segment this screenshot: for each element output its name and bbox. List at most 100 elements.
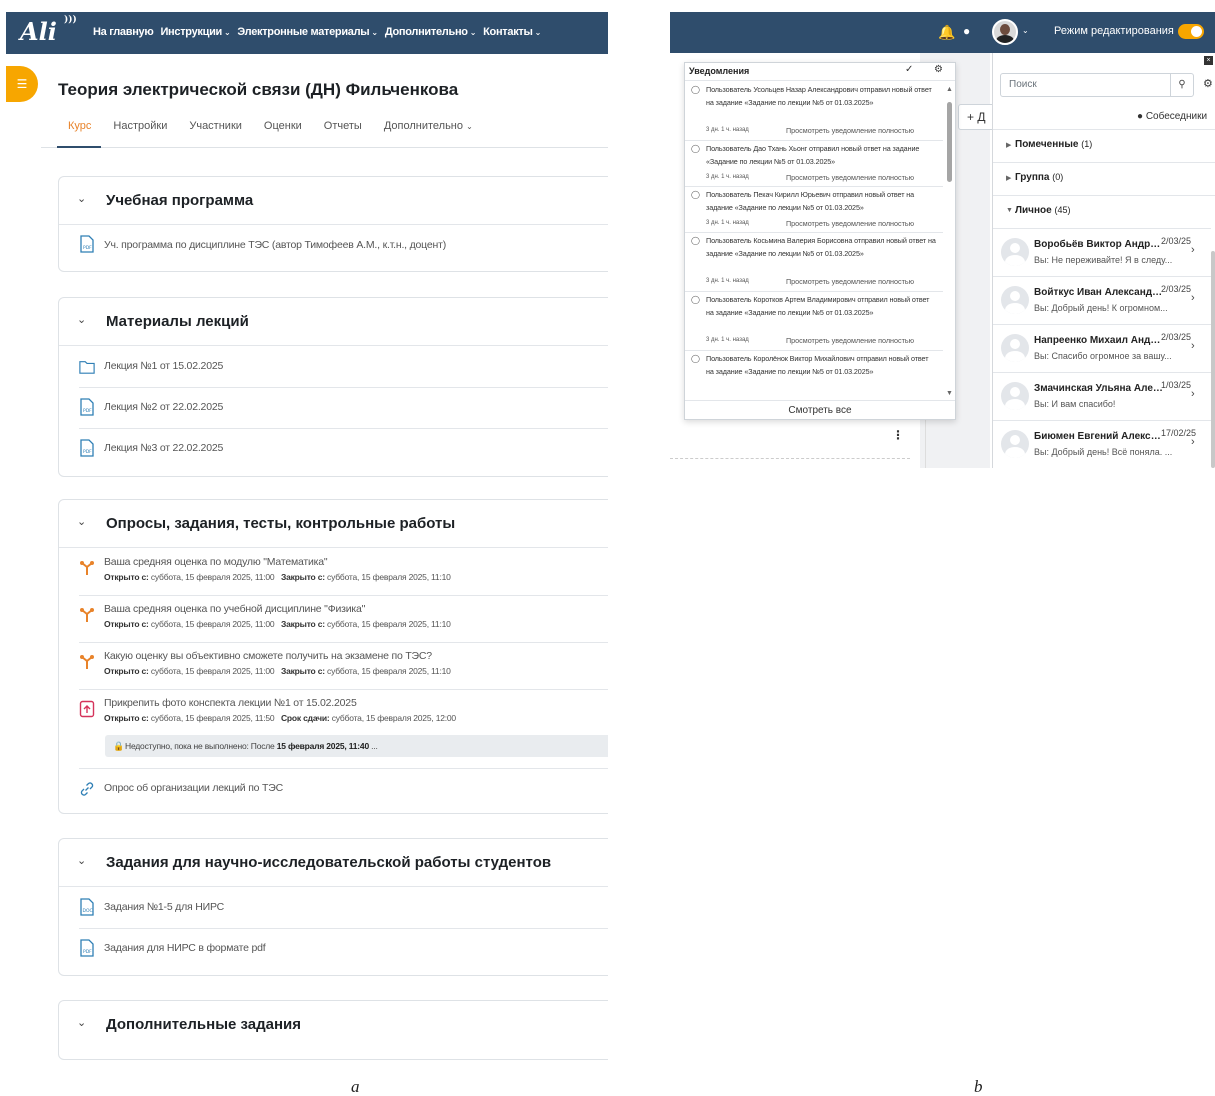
choice-icon (80, 561, 94, 575)
conversation-item[interactable]: Биюмен Евгений Александрович 17/02/25 Вы… (993, 420, 1211, 468)
messaging-drawer: × Поиск ⚲ ⚙ ● Собеседники ▶ Помеченные (… (992, 53, 1215, 468)
activity-item[interactable]: Какую оценку вы объективно сможете получ… (79, 643, 608, 690)
chevron-right-icon: › (1191, 436, 1195, 448)
message-group-private[interactable]: ▼ Личное (45) (993, 195, 1215, 228)
notification-item[interactable]: ◯ Пользователь Косьмина Валерия Борисовн… (685, 233, 943, 292)
chevron-down-icon[interactable]: ⌄ (77, 192, 91, 206)
activity-item[interactable]: Ваша средняя оценка по модулю "Математик… (79, 549, 608, 596)
section-header[interactable]: ⌄ Задания для научно-исследовательской р… (59, 839, 608, 887)
chevron-down-icon[interactable]: ⌄ (77, 854, 91, 868)
active-tab-indicator (57, 146, 101, 148)
tab-participants[interactable]: Участники (189, 120, 242, 132)
chevron-down-icon[interactable]: ⌄ (77, 313, 91, 327)
course-index-toggle-button[interactable]: ☰ (6, 66, 38, 102)
notification-item[interactable]: ◯ Пользователь Королёнок Виктор Михайлов… (685, 351, 943, 400)
notifications-scrollbar[interactable]: ▲ ▼ (944, 82, 955, 400)
activity-item[interactable]: PDF Уч. программа по дисциплине ТЭС (авт… (79, 233, 608, 273)
close-icon[interactable]: × (1204, 56, 1213, 65)
tab-grades[interactable]: Оценки (264, 120, 302, 132)
conversation-item[interactable]: Змачинская Ульяна Александровна 1/03/25 … (993, 372, 1211, 420)
tab-course[interactable]: Курс (68, 120, 91, 132)
chevron-down-icon[interactable]: ⌄ (77, 1016, 91, 1030)
nav-item-more[interactable]: Дополнительно ⌄ (385, 26, 477, 38)
scrollbar-thumb[interactable] (947, 102, 952, 182)
tab-more[interactable]: Дополнительно ⌄ (384, 120, 473, 132)
section-header[interactable]: ⌄ Опросы, задания, тесты, контрольные ра… (59, 500, 608, 548)
nav-item-home[interactable]: На главную (93, 26, 154, 38)
notification-item[interactable]: ◯ Пользователь Усольцев Назар Александро… (685, 82, 943, 141)
user-icon: ● (1137, 111, 1144, 122)
activity-name: Прикрепить фото конспекта лекции №1 от 1… (104, 697, 357, 709)
svg-text:PDF: PDF (83, 245, 92, 251)
conversation-item[interactable]: Напреенко Михаил Андреевич 2/03/25 Вы: С… (993, 324, 1211, 372)
bell-icon[interactable]: 🔔 (938, 24, 955, 42)
section-header[interactable]: ⌄ Дополнительные задания (59, 1001, 608, 1049)
group-label: Группа (0) (1015, 172, 1064, 183)
activity-item[interactable]: PDF Лекция №3 от 22.02.2025 (79, 429, 608, 470)
activity-item[interactable]: Ваша средняя оценка по учебной дисциплин… (79, 596, 608, 643)
activity-item[interactable]: PDF Лекция №2 от 22.02.2025 (79, 388, 608, 429)
svg-text:PDF: PDF (83, 408, 92, 414)
activity-item[interactable]: Лекция №1 от 15.02.2025 (79, 347, 608, 388)
tab-settings[interactable]: Настройки (113, 120, 167, 132)
notification-item[interactable]: ◯ Пользователь Пекач Кирилл Юрьевич отпр… (685, 187, 943, 233)
section-header[interactable]: ⌄ Учебная программа (59, 177, 608, 225)
tab-reports[interactable]: Отчеты (324, 120, 362, 132)
pdf-file-icon: PDF (80, 439, 94, 457)
view-notification-link[interactable]: Просмотреть уведомление полностью (786, 126, 914, 135)
site-logo[interactable]: Ali))) (20, 15, 78, 49)
chat-bubble-icon[interactable]: ● (963, 24, 970, 38)
lightbulb-icon: ◯ (691, 354, 700, 363)
caret-right-icon: ▶ (1006, 175, 1012, 182)
nav-item-e-materials[interactable]: Электронные материалы ⌄ (237, 26, 378, 38)
gear-icon[interactable]: ⚙ (1203, 77, 1213, 90)
nav-item-instructions[interactable]: Инструкции ⌄ (160, 26, 230, 38)
tab-divider (41, 147, 608, 148)
chevron-down-icon[interactable]: ⌄ (77, 515, 91, 529)
chevron-down-icon: ⌄ (224, 28, 231, 37)
message-preview: Вы: Добрый день! Всё поняла. ... (1034, 447, 1173, 457)
message-group-group[interactable]: ▶ Группа (0) (993, 162, 1215, 195)
pdf-file-icon: PDF (80, 235, 94, 253)
edit-mode-toggle[interactable] (1178, 24, 1204, 39)
conversation-item[interactable]: Войткус Иван Александрович 2/03/25 Вы: Д… (993, 276, 1211, 324)
notifications-title: Уведомления (689, 66, 750, 76)
activity-item[interactable]: Опрос об организации лекций по ТЭС (79, 769, 608, 811)
search-input[interactable]: Поиск (1000, 73, 1182, 97)
view-notification-link[interactable]: Просмотреть уведомление полностью (786, 336, 914, 345)
notification-item[interactable]: ◯ Пользователь Коротков Артем Владимиров… (685, 292, 943, 351)
nav-label: Контакты (483, 26, 533, 38)
activity-name: Лекция №2 от 22.02.2025 (104, 401, 224, 413)
avatar[interactable] (992, 19, 1018, 45)
activity-item[interactable]: PDF Задания для НИРС в формате pdf (79, 929, 608, 970)
chevron-down-icon[interactable]: ⌄ (1022, 26, 1029, 35)
message-preview: Вы: Не переживайте! Я в следу... (1034, 255, 1173, 265)
notification-text: Пользователь Дао Тхань Хьонг отправил но… (706, 144, 920, 166)
activity-item[interactable]: Прикрепить фото конспекта лекции №1 от 1… (79, 690, 608, 769)
message-group-starred[interactable]: ▶ Помеченные (1) (993, 129, 1215, 162)
mark-all-read-icon[interactable]: ✓ (905, 64, 913, 75)
top-navbar: 🔔 ● ⌄ Режим редактирования (670, 12, 1215, 53)
scroll-up-icon[interactable]: ▲ (946, 86, 953, 93)
view-notification-link[interactable]: Просмотреть уведомление полностью (786, 219, 914, 228)
section-header[interactable]: ⌄ Материалы лекций (59, 298, 608, 346)
search-icon[interactable]: ⚲ (1170, 73, 1194, 97)
activity-name: Какую оценку вы объективно сможете получ… (104, 650, 432, 662)
notifications-popover: Уведомления ✓ ⚙ ◯ Пользователь Усольцев … (684, 62, 956, 420)
view-notification-link[interactable]: Просмотреть уведомление полностью (786, 277, 914, 286)
view-all-link[interactable]: Смотреть все (685, 400, 955, 421)
course-tabs: Курс Настройки Участники Оценки Отчеты Д… (68, 120, 473, 132)
contacts-link[interactable]: ● Собеседники (1137, 111, 1207, 122)
conversation-item[interactable]: Воробьёв Виктор Андреевич 2/03/25 Вы: Не… (993, 228, 1211, 276)
gear-icon[interactable]: ⚙ (934, 64, 943, 75)
activity-item[interactable]: DOC Задания №1-5 для НИРС (79, 888, 608, 929)
view-notification-link[interactable]: Просмотреть уведомление полностью (786, 173, 914, 182)
notification-item[interactable]: ◯ Пользователь Дао Тхань Хьонг отправил … (685, 141, 943, 187)
more-options-icon[interactable]: ⋮ (892, 428, 904, 442)
avatar (1001, 238, 1029, 266)
scroll-down-icon[interactable]: ▼ (946, 390, 953, 397)
nav-item-contacts[interactable]: Контакты ⌄ (483, 26, 541, 38)
messaging-scrollbar[interactable] (1211, 251, 1215, 468)
message-date: 2/03/25 (1161, 236, 1192, 246)
course-section: ⌄ Дополнительные задания (58, 1000, 608, 1060)
